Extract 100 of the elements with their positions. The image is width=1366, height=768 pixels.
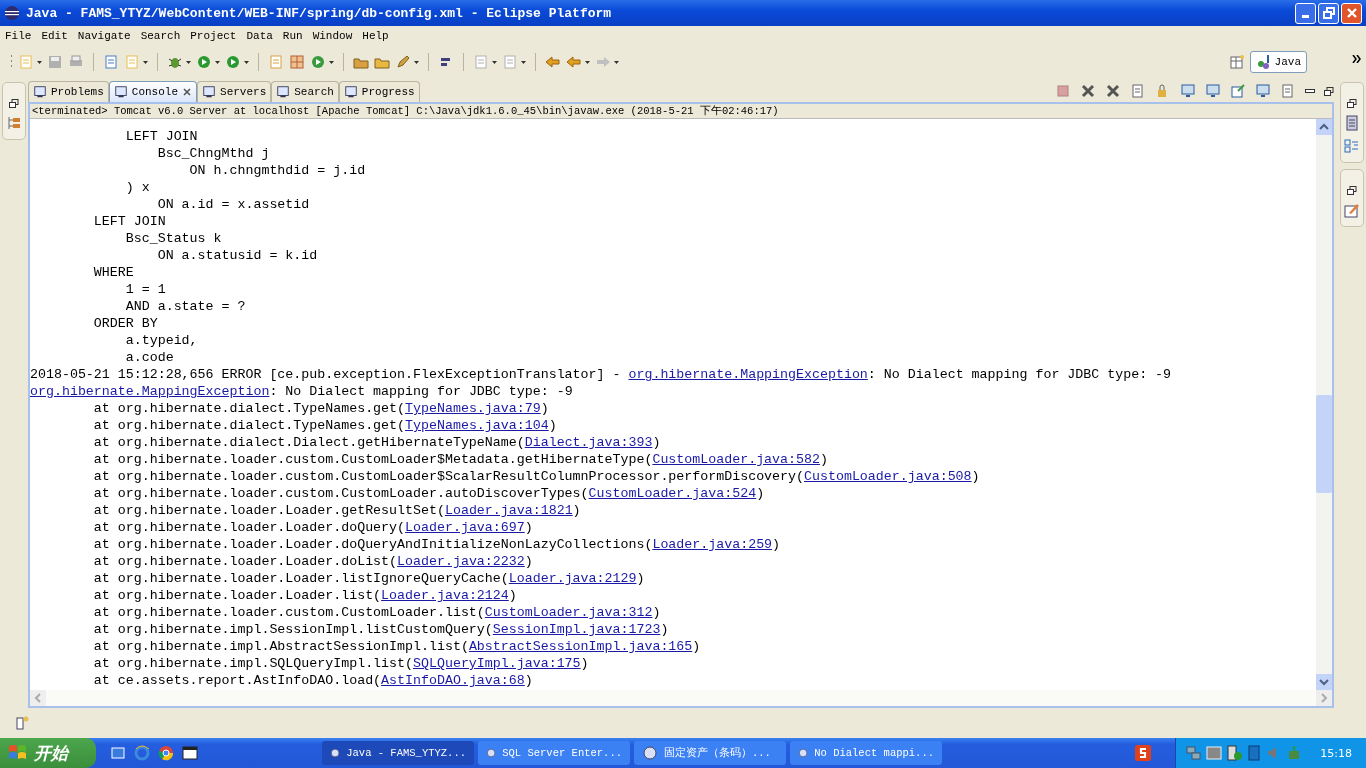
show-output-icon[interactable] [1180, 83, 1196, 99]
input-method-icon[interactable] [1135, 745, 1152, 761]
scroll-left-icon[interactable] [30, 690, 46, 706]
stack-trace-link[interactable]: CustomLoader.java:508 [804, 469, 972, 484]
stack-trace-link[interactable]: AbstractSessionImpl.java:165 [468, 639, 693, 654]
stack-trace-link[interactable]: CustomLoader.java:524 [588, 486, 757, 501]
close-icon[interactable] [182, 87, 193, 97]
stop-icon[interactable] [1055, 83, 1071, 99]
console-text: : No Dialect mapping for JDBC type: -9 [269, 384, 573, 399]
close-button[interactable] [1341, 2, 1362, 24]
stack-trace-link[interactable]: TypeNames.java:79 [405, 401, 541, 416]
console-text: ) [692, 639, 701, 654]
menu-item[interactable]: Navigate [72, 30, 136, 42]
stack-trace-link[interactable]: TypeNames.java:104 [405, 418, 549, 433]
taskbar-button[interactable]: 固定资产（条码）... [634, 741, 786, 765]
vertical-scrollbar[interactable] [1316, 119, 1332, 690]
scroll-right-icon[interactable] [1316, 690, 1332, 706]
browser-icon[interactable] [158, 745, 174, 761]
start-button[interactable]: 开始 [0, 738, 96, 768]
clear-console-icon[interactable] [1130, 83, 1146, 99]
scroll-up-icon[interactable] [1316, 119, 1332, 135]
scroll-down-icon[interactable] [1316, 674, 1332, 690]
stack-trace-link[interactable]: Dialect.java:393 [524, 435, 653, 450]
caret-icon[interactable] [215, 60, 220, 64]
view-tab[interactable]: Problems [28, 81, 109, 102]
display-console-icon[interactable] [1255, 83, 1271, 99]
taskbar-button[interactable]: Java - FAMS_YTYZ... [322, 741, 474, 765]
desktop-icon[interactable] [110, 745, 126, 761]
stack-trace-link[interactable]: Loader.java:2232 [397, 554, 525, 569]
windows-logo-icon [8, 744, 28, 762]
horizontal-scrollbar[interactable] [30, 690, 1332, 706]
stack-trace-link[interactable]: org.hibernate.MappingException [628, 367, 868, 382]
remove-all-icon[interactable] [1105, 83, 1121, 99]
show-error-icon[interactable] [1205, 83, 1221, 99]
stack-trace-link[interactable]: Loader.java:2129 [508, 571, 637, 586]
stack-trace-link[interactable]: SQLQueryImpl.java:175 [413, 656, 581, 671]
stack-trace-link[interactable]: Loader.java:2124 [381, 588, 509, 603]
taskbar-button[interactable]: No Dialect mappi... [790, 741, 942, 765]
caret-icon[interactable] [244, 60, 249, 64]
window-title: Java - FAMS_YTYZ/WebContent/WEB-INF/spring/db-config.xml - Eclipse Platform [26, 5, 613, 21]
view-tab[interactable]: Search [271, 81, 339, 102]
pen-icon[interactable] [395, 54, 411, 70]
menu-item[interactable]: File [0, 30, 37, 42]
console-text: ) [524, 554, 533, 569]
menu-item[interactable]: Help [357, 30, 394, 42]
edit-icon[interactable] [1344, 202, 1360, 218]
menu-item[interactable]: Window [307, 30, 358, 42]
view-tab[interactable]: Progress [338, 81, 420, 102]
caret-icon[interactable] [521, 60, 526, 64]
document-icon[interactable] [1344, 115, 1360, 131]
menu-item[interactable]: Data [241, 30, 278, 42]
last-edit-icon[interactable] [545, 54, 561, 70]
minimize-button[interactable] [1295, 2, 1316, 24]
menu-item[interactable]: Edit [36, 30, 73, 42]
stack-trace-link[interactable]: Loader.java:1821 [444, 503, 573, 518]
caret-icon[interactable] [329, 60, 334, 64]
maximize-icon[interactable] [1324, 86, 1334, 96]
hierarchy-icon[interactable] [6, 115, 22, 131]
caret-icon[interactable] [614, 60, 619, 64]
caret-icon[interactable] [143, 60, 148, 64]
restore-icon[interactable] [1347, 186, 1357, 195]
perspective-button[interactable]: Java [1249, 51, 1307, 73]
browser-icon[interactable] [134, 745, 150, 761]
restore-icon[interactable] [9, 99, 19, 108]
stack-trace-link[interactable]: SessionImpl.java:1723 [492, 622, 661, 637]
restore-button[interactable] [1318, 2, 1339, 24]
caret-icon[interactable] [186, 60, 191, 64]
stack-trace-link[interactable]: AstInfoDAO.java:68 [381, 673, 525, 688]
view-tab[interactable]: Console [108, 81, 198, 102]
stack-trace-link[interactable]: Loader.java:697 [405, 520, 525, 535]
monitor-icon [113, 85, 128, 99]
grid-icon[interactable] [289, 54, 305, 70]
run-tool-icon[interactable] [225, 54, 241, 70]
run-icon[interactable] [196, 54, 212, 70]
fast-view-icon[interactable] [14, 715, 30, 731]
menu-item[interactable]: Run [277, 30, 308, 42]
server-icon[interactable] [1226, 745, 1243, 761]
stack-trace-link[interactable]: CustomLoader.java:312 [484, 605, 653, 620]
stack-trace-link[interactable]: Loader.java:259 [652, 537, 773, 552]
remove-icon[interactable] [1080, 83, 1096, 99]
taskbar-button[interactable]: SQL Server Enter... [478, 741, 630, 765]
window-icon[interactable] [182, 745, 198, 761]
open-perspective-icon[interactable] [1228, 54, 1245, 70]
restore-icon[interactable] [1347, 99, 1357, 108]
minimize-icon[interactable] [1305, 89, 1315, 93]
toolbar-grip [10, 54, 13, 70]
caret-icon[interactable] [585, 60, 590, 64]
chevron-icon[interactable] [1352, 55, 1362, 63]
caret-icon[interactable] [414, 60, 419, 64]
scroll-thumb[interactable] [1316, 395, 1332, 493]
caret-icon[interactable] [37, 60, 42, 64]
save-icon[interactable] [47, 54, 63, 70]
menu-item[interactable]: Project [185, 30, 242, 42]
console-text: ) [772, 537, 781, 552]
stack-trace-link[interactable]: org.hibernate.MappingException [30, 384, 270, 399]
stack-trace-link[interactable]: CustomLoader.java:582 [652, 452, 820, 467]
menu-item[interactable]: Search [135, 30, 186, 42]
caret-icon[interactable] [492, 60, 497, 64]
view-tab[interactable]: Servers [197, 81, 272, 102]
open-console-icon[interactable] [1280, 83, 1296, 99]
